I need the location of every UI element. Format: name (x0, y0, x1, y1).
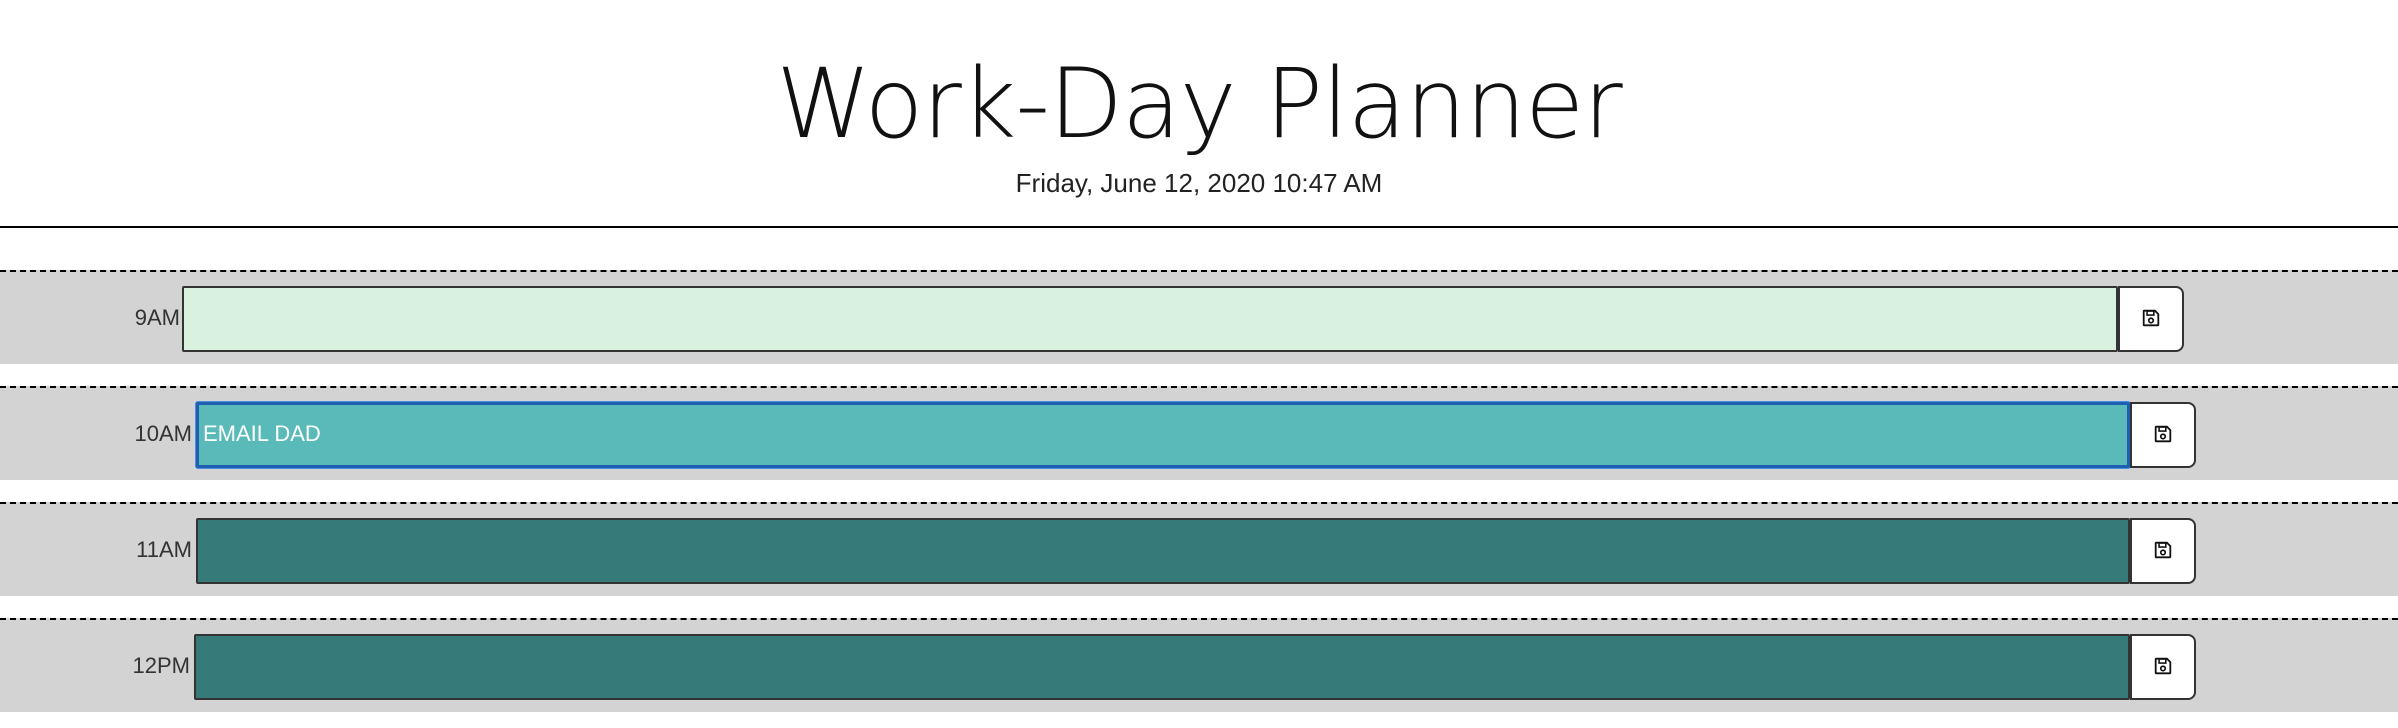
save-button-10am[interactable] (2130, 402, 2196, 468)
hour-label: 12PM (132, 653, 190, 678)
description-input-11am[interactable] (196, 518, 2130, 584)
time-block-12pm: 12PM (0, 618, 2398, 712)
hour-label: 11AM (136, 537, 192, 562)
time-block-11am: 11AM (0, 502, 2398, 596)
description-input-12pm[interactable] (194, 634, 2130, 700)
description-input-9am[interactable] (182, 286, 2118, 352)
page-title: Work-Day Planner (776, 48, 1622, 160)
floppy-disk-icon (2154, 425, 2172, 446)
current-day: Friday, June 12, 2020 10:47 AM (1015, 168, 1383, 198)
time-block-9am: 9AM (0, 270, 2398, 364)
floppy-disk-icon (2154, 541, 2172, 562)
save-button-11am[interactable] (2130, 518, 2196, 584)
header: Work-Day Planner Friday, June 12, 2020 1… (0, 0, 2398, 228)
time-block-10am: 10AM EMAIL DAD (0, 386, 2398, 480)
description-input-10am[interactable]: EMAIL DAD (196, 402, 2130, 468)
floppy-disk-icon (2142, 309, 2160, 330)
save-button-9am[interactable] (2118, 286, 2184, 352)
floppy-disk-icon (2154, 657, 2172, 678)
hour-label: 9AM (134, 305, 180, 330)
hour-label: 10AM (134, 421, 192, 446)
save-button-12pm[interactable] (2130, 634, 2196, 700)
